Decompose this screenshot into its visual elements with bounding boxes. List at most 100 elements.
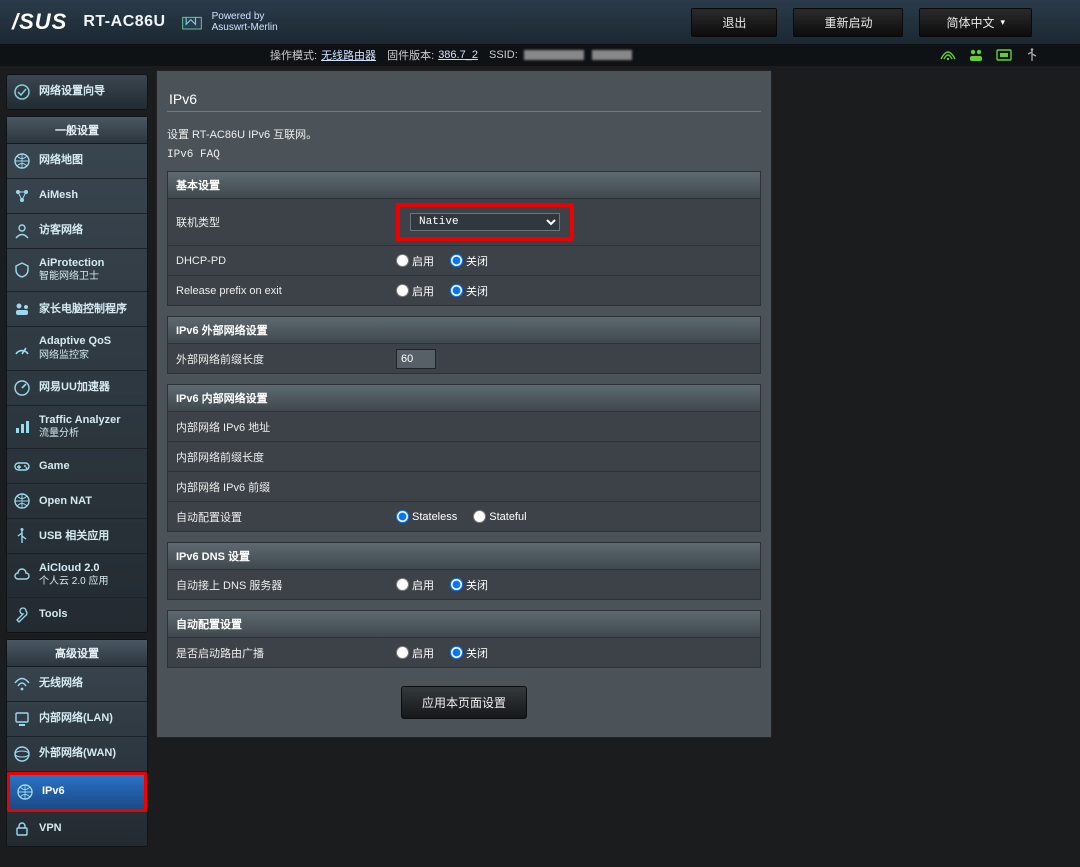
section-basic: 基本设置 [168, 172, 760, 198]
language-select[interactable]: 简体中文 [919, 8, 1032, 37]
sidebar-general-2[interactable]: 访客网络 [7, 214, 147, 249]
apply-button[interactable]: 应用本页面设置 [401, 686, 527, 719]
sidebar-general-7[interactable]: Traffic Analyzer流量分析 [7, 406, 147, 449]
sidebar-general-0[interactable]: 网络地图 [7, 144, 147, 179]
wifi-icon [13, 675, 31, 693]
sidebar-general-label-11: AiCloud 2.0个人云 2.0 应用 [39, 562, 108, 588]
sidebar-wizard[interactable]: 网络设置向导 [7, 75, 147, 109]
opmode-link[interactable]: 无线路由器 [321, 47, 376, 63]
sidebar-advanced-2[interactable]: 外部网络(WAN) [7, 737, 147, 772]
sidebar-general-label-7: Traffic Analyzer流量分析 [39, 414, 121, 440]
sidebar-general-8[interactable]: Game [7, 449, 147, 484]
sidebar-general-11[interactable]: AiCloud 2.0个人云 2.0 应用 [7, 554, 147, 597]
dhcp-pd-label: DHCP-PD [168, 249, 388, 273]
reboot-button[interactable]: 重新启动 [793, 8, 903, 37]
sidebar-advanced-0[interactable]: 无线网络 [7, 667, 147, 702]
sidebar-general-label-9: Open NAT [39, 495, 92, 508]
section-dns: IPv6 DNS 设置 [168, 543, 760, 569]
wan-icon [13, 745, 31, 763]
model-name: RT-AC86U [83, 13, 177, 31]
sidebar-general-1[interactable]: AiMesh [7, 179, 147, 214]
autoconf-stateful[interactable]: Stateful [473, 510, 526, 523]
ipv6-highlight: IPv6 [7, 772, 147, 812]
sidebar-general-5[interactable]: Adaptive QoS网络监控家 [7, 327, 147, 370]
clients-icon[interactable] [968, 48, 984, 62]
logout-button[interactable]: 退出 [691, 8, 777, 37]
wifi-status-icon[interactable] [940, 49, 956, 61]
sidebar-general-label-3: AiProtection智能网络卫士 [39, 257, 104, 283]
sidebar-advanced-4[interactable]: VPN [7, 812, 147, 846]
parental-icon [13, 300, 31, 318]
dhcp-pd-disable[interactable]: 关闭 [450, 253, 488, 269]
brand-logo: /SUS [8, 9, 83, 35]
sidebar-general-label-10: USB 相关应用 [39, 530, 109, 543]
sidebar-advanced-3[interactable]: IPv6 [10, 775, 144, 809]
cloud-icon [13, 566, 31, 584]
gamepad-icon [13, 457, 31, 475]
sidebar-general-6[interactable]: 网易UU加速器 [7, 371, 147, 406]
section-autoconf: 自动配置设置 [168, 611, 760, 637]
lan-addr-label: 内部网络 IPv6 地址 [168, 413, 388, 441]
ipv6-faq-link[interactable]: IPv6 FAQ [167, 149, 220, 161]
sidebar-general-label-0: 网络地图 [39, 154, 83, 167]
sidebar-general-12[interactable]: Tools [7, 598, 147, 632]
dns-auto-enable[interactable]: 启用 [396, 577, 434, 593]
release-prefix-disable[interactable]: 关闭 [450, 283, 488, 299]
status-bar: 操作模式: 无线路由器 固件版本: 386.7_2 SSID: [0, 44, 1080, 66]
advanced-header: 高级设置 [7, 640, 147, 667]
section-lan: IPv6 内部网络设置 [168, 385, 760, 411]
vpn-icon [13, 820, 31, 838]
page-intro: 设置 RT-AC86U IPv6 互联网。 [167, 126, 761, 142]
sidebar-advanced-label-1: 内部网络(LAN) [39, 712, 113, 725]
ssid-value-2 [592, 50, 632, 60]
sidebar-general-label-5: Adaptive QoS网络监控家 [39, 335, 111, 361]
sidebar-advanced-label-3: IPv6 [42, 785, 65, 798]
sidebar-advanced-1[interactable]: 内部网络(LAN) [7, 702, 147, 737]
chart-icon [13, 418, 31, 436]
usb-status-icon[interactable] [1024, 48, 1040, 62]
sidebar-general-label-6: 网易UU加速器 [39, 381, 110, 394]
wrench-icon [13, 606, 31, 624]
powered-by: Powered byAsuswrt-Merlin [178, 8, 278, 36]
ra-enable[interactable]: 启用 [396, 645, 434, 661]
sidebar-general-4[interactable]: 家长电脑控制程序 [7, 292, 147, 327]
sidebar-advanced-label-4: VPN [39, 822, 62, 835]
wan-prefixlen-label: 外部网络前缀长度 [168, 345, 388, 373]
lan-prefix-label: 内部网络 IPv6 前缀 [168, 473, 388, 501]
wan-prefixlen-input[interactable] [396, 349, 436, 369]
firmware-link[interactable]: 386.7_2 [438, 49, 478, 61]
sidebar-general-10[interactable]: USB 相关应用 [7, 519, 147, 554]
globe2-icon [13, 492, 31, 510]
guest-icon [13, 222, 31, 240]
conn-type-select[interactable]: Native [410, 213, 560, 231]
ssid-value-1 [524, 50, 584, 60]
lan-autoconf-label: 自动配置设置 [168, 503, 388, 531]
dns-auto-disable[interactable]: 关闭 [450, 577, 488, 593]
globe-icon [13, 152, 31, 170]
lan-icon [13, 710, 31, 728]
release-prefix-enable[interactable]: 启用 [396, 283, 434, 299]
sidebar-general-label-4: 家长电脑控制程序 [39, 303, 127, 316]
sidebar-general-label-2: 访客网络 [39, 224, 83, 237]
dns-auto-label: 自动接上 DNS 服务器 [168, 571, 388, 599]
dhcp-pd-enable[interactable]: 启用 [396, 253, 434, 269]
globe3-icon [16, 783, 34, 801]
shield-icon [13, 261, 31, 279]
sidebar-general-label-1: AiMesh [39, 189, 78, 202]
speed-icon [13, 379, 31, 397]
page-title: IPv6 [167, 81, 761, 112]
wizard-icon [13, 83, 31, 101]
sidebar-general-3[interactable]: AiProtection智能网络卫士 [7, 249, 147, 292]
ra-disable[interactable]: 关闭 [450, 645, 488, 661]
mesh-icon [13, 187, 31, 205]
usb-icon [13, 527, 31, 545]
wan-status-icon[interactable] [996, 48, 1012, 62]
conn-type-highlight: Native [396, 203, 574, 241]
sidebar-general-label-12: Tools [39, 608, 68, 621]
general-header: 一般设置 [7, 117, 147, 144]
sidebar-general-9[interactable]: Open NAT [7, 484, 147, 519]
autoconf-stateless[interactable]: Stateless [396, 510, 457, 523]
conn-type-label: 联机类型 [168, 208, 388, 236]
section-wan: IPv6 外部网络设置 [168, 317, 760, 343]
merlin-icon [178, 8, 206, 36]
